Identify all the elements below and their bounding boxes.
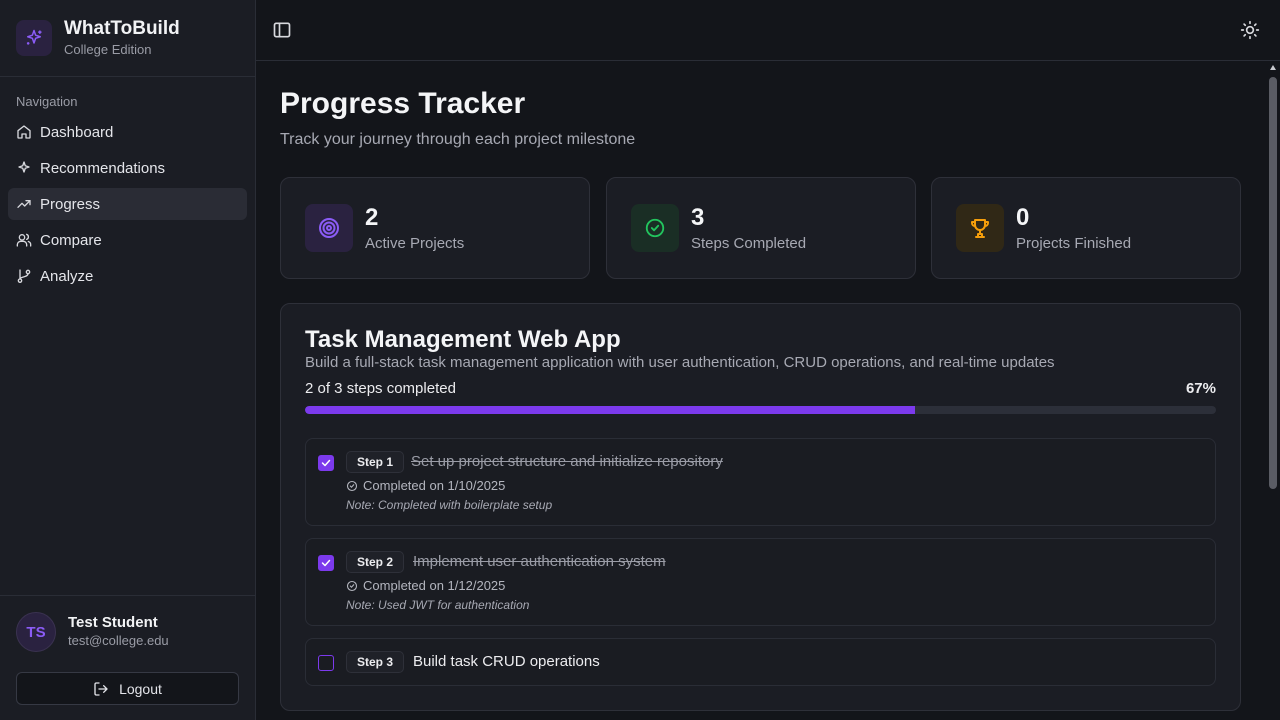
page-subtitle: Track your journey through each project … <box>280 131 636 148</box>
step-checkbox[interactable] <box>318 655 334 671</box>
trophy-icon <box>956 204 1004 252</box>
project-description: Build a full-stack task management appli… <box>305 354 1055 371</box>
step-completed-date: Completed on 1/12/2025 <box>346 578 505 593</box>
app-edition: College Edition <box>64 41 152 57</box>
check-circle-icon <box>631 204 679 252</box>
sidebar-item-label: Analyze <box>40 267 94 285</box>
check-icon <box>321 559 331 567</box>
stat-label: Active Projects <box>365 235 465 252</box>
nav-section-title: Navigation <box>16 94 78 109</box>
stat-card-active-projects: 2 Active Projects <box>280 177 590 279</box>
home-icon <box>17 125 31 139</box>
stat-label: Steps Completed <box>691 235 807 252</box>
step-badge: Step 2 <box>346 551 405 573</box>
main-content: Progress Tracker Track your journey thro… <box>256 61 1266 720</box>
target-icon <box>305 204 353 252</box>
theme-toggle-button[interactable] <box>1240 20 1260 40</box>
sidebar-toggle-button[interactable] <box>272 20 292 40</box>
scroll-up-arrow-icon[interactable] <box>1269 64 1277 72</box>
avatar: TS <box>16 612 56 652</box>
step-title: Set up project structure and initialize … <box>411 453 723 470</box>
sidebar-item-label: Compare <box>40 231 102 249</box>
users-icon <box>16 233 32 247</box>
step-checkbox[interactable] <box>318 555 334 571</box>
progress-bar <box>305 406 1216 414</box>
page-title: Progress Tracker <box>280 87 526 120</box>
sidebar-item-recommendations[interactable]: Recommendations <box>8 152 247 184</box>
sidebar-item-label: Progress <box>40 195 101 213</box>
sidebar-item-label: Recommendations <box>40 159 166 177</box>
step-date-text: Completed on 1/10/2025 <box>363 478 506 493</box>
step-note: Note: Used JWT for authentication <box>346 598 530 612</box>
step-badge: Step 3 <box>346 651 405 673</box>
sidebar-item-progress[interactable]: Progress <box>8 188 247 220</box>
sidebar: WhatToBuild College Edition Navigation D… <box>0 0 256 720</box>
step-note: Note: Completed with boilerplate setup <box>346 498 553 512</box>
logout-button[interactable]: Logout <box>16 672 239 705</box>
stat-value: 3 <box>691 204 705 231</box>
stat-card-steps-completed: 3 Steps Completed <box>606 177 916 279</box>
scrollbar-thumb[interactable] <box>1269 77 1277 489</box>
step-title: Implement user authentication system <box>413 553 666 570</box>
user-panel: TS Test Student test@college.edu Logout <box>0 595 255 720</box>
sidebar-item-label: Dashboard <box>40 123 114 141</box>
stat-value: 0 <box>1016 204 1030 231</box>
step-date-text: Completed on 1/12/2025 <box>363 578 506 593</box>
sparkles-icon <box>18 161 30 173</box>
progress-bar-fill <box>305 406 916 414</box>
progress-percent: 67% <box>1185 380 1216 397</box>
step-checkbox[interactable] <box>318 455 334 471</box>
sidebar-item-analyze[interactable]: Analyze <box>8 260 247 292</box>
app-name: WhatToBuild <box>64 17 180 39</box>
user-name: Test Student <box>68 614 158 631</box>
logout-label: Logout <box>119 680 162 697</box>
logout-icon <box>94 681 108 696</box>
project-title: Task Management Web App <box>305 326 621 353</box>
stat-card-projects-finished: 0 Projects Finished <box>931 177 1241 279</box>
sparkles-logo-icon <box>16 20 52 56</box>
check-circle-icon <box>346 480 358 491</box>
top-bar <box>256 0 1280 61</box>
sun-icon <box>1240 20 1260 40</box>
check-circle-icon <box>346 580 358 591</box>
step-item-1: Step 1 Set up project structure and init… <box>305 438 1216 526</box>
step-completed-date: Completed on 1/10/2025 <box>346 478 505 493</box>
progress-count: 2 of 3 steps completed <box>305 380 456 397</box>
step-item-2: Step 2 Implement user authentication sys… <box>305 538 1216 626</box>
step-badge: Step 1 <box>346 451 405 473</box>
check-icon <box>321 459 331 467</box>
sidebar-item-dashboard[interactable]: Dashboard <box>8 116 247 148</box>
user-email: test@college.edu <box>68 633 169 648</box>
step-item-3: Step 3 Build task CRUD operations <box>305 638 1216 686</box>
step-title: Build task CRUD operations <box>413 653 600 670</box>
trending-up-icon <box>17 200 31 208</box>
panel-left-icon <box>273 22 291 38</box>
main-scrollbar[interactable] <box>1266 61 1280 720</box>
stat-label: Projects Finished <box>1016 235 1132 252</box>
project-card: Task Management Web App Build a full-sta… <box>280 303 1241 711</box>
git-branch-icon <box>17 269 31 283</box>
sidebar-nav: Dashboard Recommendations Progress Compa… <box>8 116 247 296</box>
sidebar-item-compare[interactable]: Compare <box>8 224 247 256</box>
stat-value: 2 <box>365 204 379 231</box>
brand-header: WhatToBuild College Edition <box>0 0 255 77</box>
